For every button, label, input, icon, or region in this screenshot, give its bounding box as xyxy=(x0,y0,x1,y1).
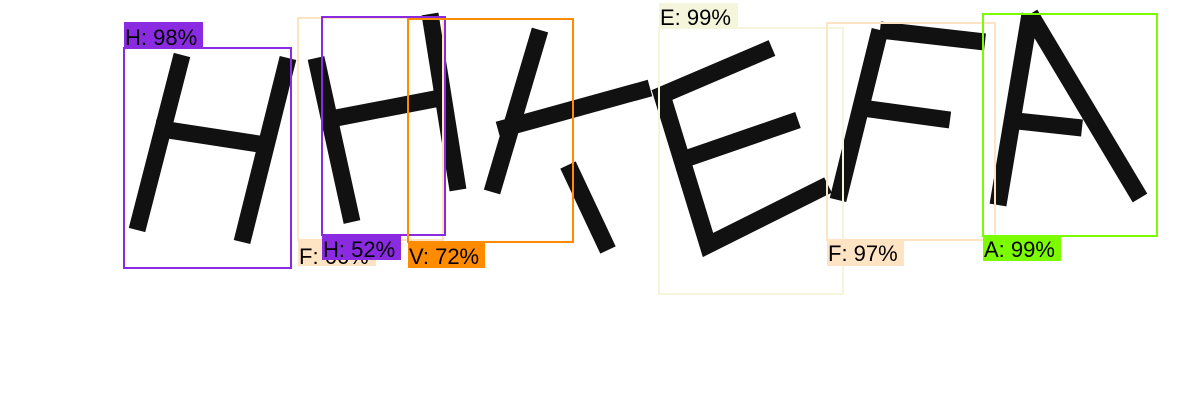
handwritten-letters-image xyxy=(128,9,1148,258)
detection-label: H: 98% xyxy=(125,25,197,50)
detection-label: V: 72% xyxy=(409,244,479,269)
letter-a-stroke xyxy=(989,9,1148,207)
bounding-box xyxy=(297,17,444,241)
letter-h-partial-stroke xyxy=(307,56,442,224)
detection-label: E: 99% xyxy=(660,5,731,30)
detection-f-66: F: 66% xyxy=(297,17,444,269)
detection-label: A: 99% xyxy=(984,237,1055,262)
letter-k-stroke xyxy=(421,12,653,254)
detection-label: H: 52% xyxy=(323,237,395,262)
detection-canvas: H: 98% F: 66% H: 52% V: 72% E: 99% xyxy=(123,3,1158,295)
detection-label: F: 97% xyxy=(828,241,898,266)
letter-e-stroke xyxy=(651,40,832,258)
letter-f-stroke xyxy=(829,21,986,203)
letter-h-stroke xyxy=(128,52,297,245)
